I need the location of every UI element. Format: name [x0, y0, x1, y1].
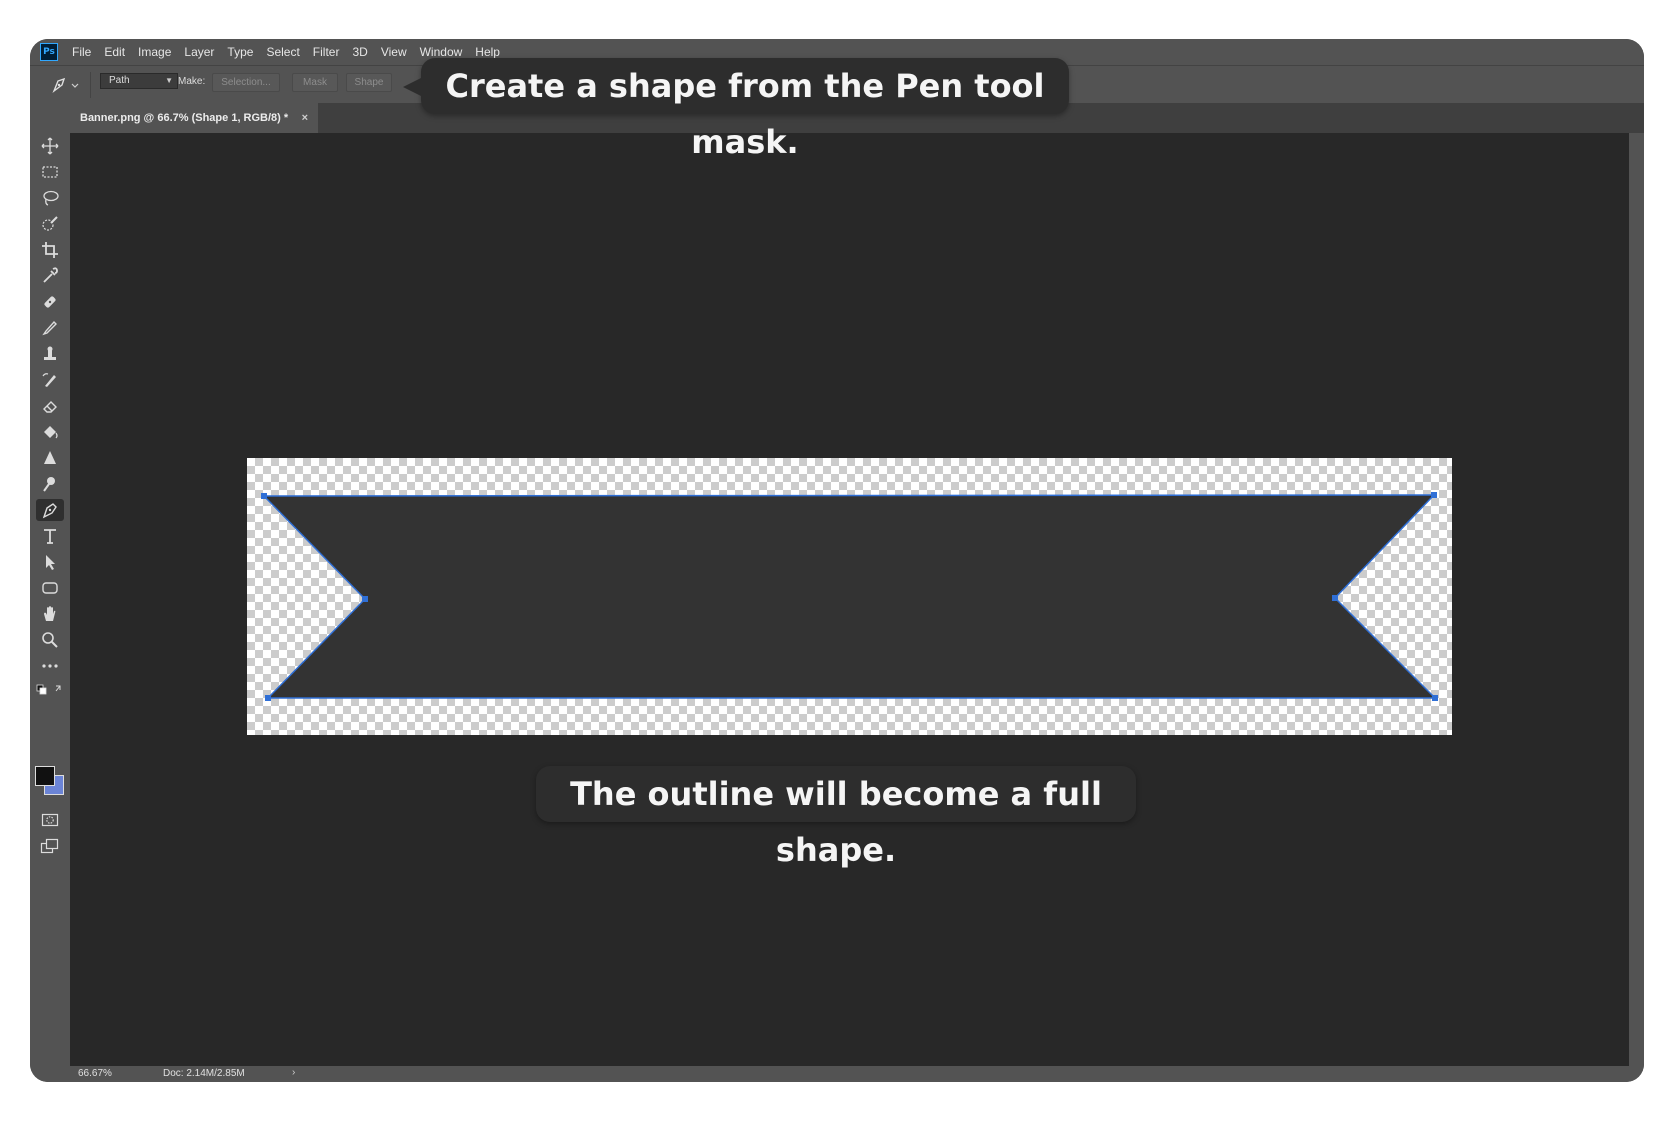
menu-3d[interactable]: 3D	[352, 45, 367, 59]
eraser-icon	[43, 401, 57, 413]
document-tab[interactable]: Banner.png @ 66.7% (Shape 1, RGB/8) * ×	[70, 103, 318, 133]
marquee-icon	[42, 166, 58, 178]
default-colors-icon[interactable]	[36, 683, 66, 695]
history-brush-icon	[42, 373, 56, 387]
callout-bottom: The outline will become a full shape.	[536, 766, 1136, 869]
tool-move[interactable]	[30, 133, 70, 159]
tool-clone-stamp[interactable]	[30, 341, 70, 367]
lasso-icon	[43, 190, 59, 206]
brush-icon	[42, 320, 57, 336]
anchor-point[interactable]	[362, 596, 368, 602]
tool-eraser[interactable]	[30, 393, 70, 419]
tools-panel	[30, 103, 70, 1066]
tool-preset-picker[interactable]	[50, 76, 80, 94]
status-bar: 66.67% Doc: 2.14M/2.85M ›	[30, 1066, 1644, 1082]
make-mask-button[interactable]: Mask	[292, 73, 338, 92]
close-icon[interactable]: ×	[302, 103, 308, 133]
vertical-scrollbar[interactable]	[1629, 133, 1644, 1066]
menu-select[interactable]: Select	[266, 45, 299, 59]
healing-brush-icon	[44, 296, 56, 308]
tool-crop[interactable]	[30, 237, 70, 263]
make-selection-button[interactable]: Selection...	[212, 73, 280, 92]
pen-mode-select[interactable]: Path ▼	[100, 73, 178, 89]
menu-view[interactable]: View	[381, 45, 407, 59]
tool-hand[interactable]	[30, 601, 70, 627]
move-icon	[41, 137, 59, 155]
clone-stamp-icon	[44, 346, 56, 360]
tool-healing-brush[interactable]	[30, 289, 70, 315]
zoom-level[interactable]: 66.67%	[78, 1068, 112, 1079]
tool-lasso[interactable]	[30, 185, 70, 211]
type-icon	[44, 529, 56, 544]
tool-eyedropper[interactable]	[30, 263, 70, 289]
more-tools-icon	[42, 664, 58, 668]
quick-mask-icon	[41, 813, 59, 827]
make-label: Make:	[178, 76, 206, 87]
anchor-point[interactable]	[261, 493, 267, 499]
tool-pen[interactable]	[30, 497, 70, 523]
rectangle-icon	[42, 582, 58, 594]
status-menu-arrow[interactable]: ›	[292, 1067, 295, 1078]
paint-bucket-icon	[44, 426, 58, 439]
quick-selection-icon	[42, 216, 58, 231]
quick-mask-button[interactable]	[30, 807, 70, 833]
tool-path-selection[interactable]	[30, 549, 70, 575]
pen-icon	[42, 503, 57, 519]
chevron-down-icon: ▼	[165, 76, 173, 85]
zoom-icon	[42, 632, 58, 648]
hand-icon	[44, 606, 56, 621]
document-canvas[interactable]	[247, 458, 1452, 735]
anchor-point[interactable]	[265, 695, 271, 701]
tool-more-tools[interactable]	[30, 653, 70, 679]
tool-blur[interactable]	[30, 445, 70, 471]
make-shape-button[interactable]: Shape	[346, 73, 392, 92]
tool-dodge[interactable]	[30, 471, 70, 497]
eyedropper-icon	[43, 267, 58, 283]
blur-icon	[44, 451, 56, 464]
menu-edit[interactable]: Edit	[104, 45, 125, 59]
options-divider	[90, 72, 91, 98]
pen-mode-value: Path	[109, 75, 130, 86]
document-tab-title: Banner.png @ 66.7% (Shape 1, RGB/8) *	[80, 112, 289, 124]
path-selection-icon	[46, 555, 55, 570]
menu-filter[interactable]: Filter	[313, 45, 340, 59]
menu-image[interactable]: Image	[138, 45, 171, 59]
anchor-point[interactable]	[1332, 595, 1338, 601]
tool-history-brush[interactable]	[30, 367, 70, 393]
tool-rectangle[interactable]	[30, 575, 70, 601]
banner-artwork	[261, 492, 1438, 701]
banner-shape	[262, 494, 1437, 699]
tool-quick-selection[interactable]	[30, 211, 70, 237]
tools-list	[30, 133, 70, 679]
document-size: Doc: 2.14M/2.85M	[163, 1068, 245, 1079]
menu-window[interactable]: Window	[420, 45, 463, 59]
foreground-color-swatch[interactable]	[35, 766, 55, 786]
menu-file[interactable]: File	[72, 45, 91, 59]
tool-marquee[interactable]	[30, 159, 70, 185]
tool-paint-bucket[interactable]	[30, 419, 70, 445]
menu-help[interactable]: Help	[475, 45, 500, 59]
tool-type[interactable]	[30, 523, 70, 549]
menu-layer[interactable]: Layer	[184, 45, 214, 59]
menu-type[interactable]: Type	[227, 45, 253, 59]
tool-brush[interactable]	[30, 315, 70, 341]
screen-mode-button[interactable]	[30, 833, 70, 859]
photoshop-logo-icon: Ps	[40, 43, 58, 61]
dodge-icon	[43, 477, 55, 492]
screen-mode-icon	[40, 838, 59, 854]
callout-top: Create a shape from the Pen tool mask.	[403, 58, 1069, 161]
anchor-point[interactable]	[1432, 695, 1438, 701]
tool-zoom[interactable]	[30, 627, 70, 653]
pen-icon	[52, 77, 79, 94]
callout-pointer	[403, 78, 421, 96]
anchor-point[interactable]	[1431, 492, 1437, 498]
crop-icon	[42, 242, 58, 258]
